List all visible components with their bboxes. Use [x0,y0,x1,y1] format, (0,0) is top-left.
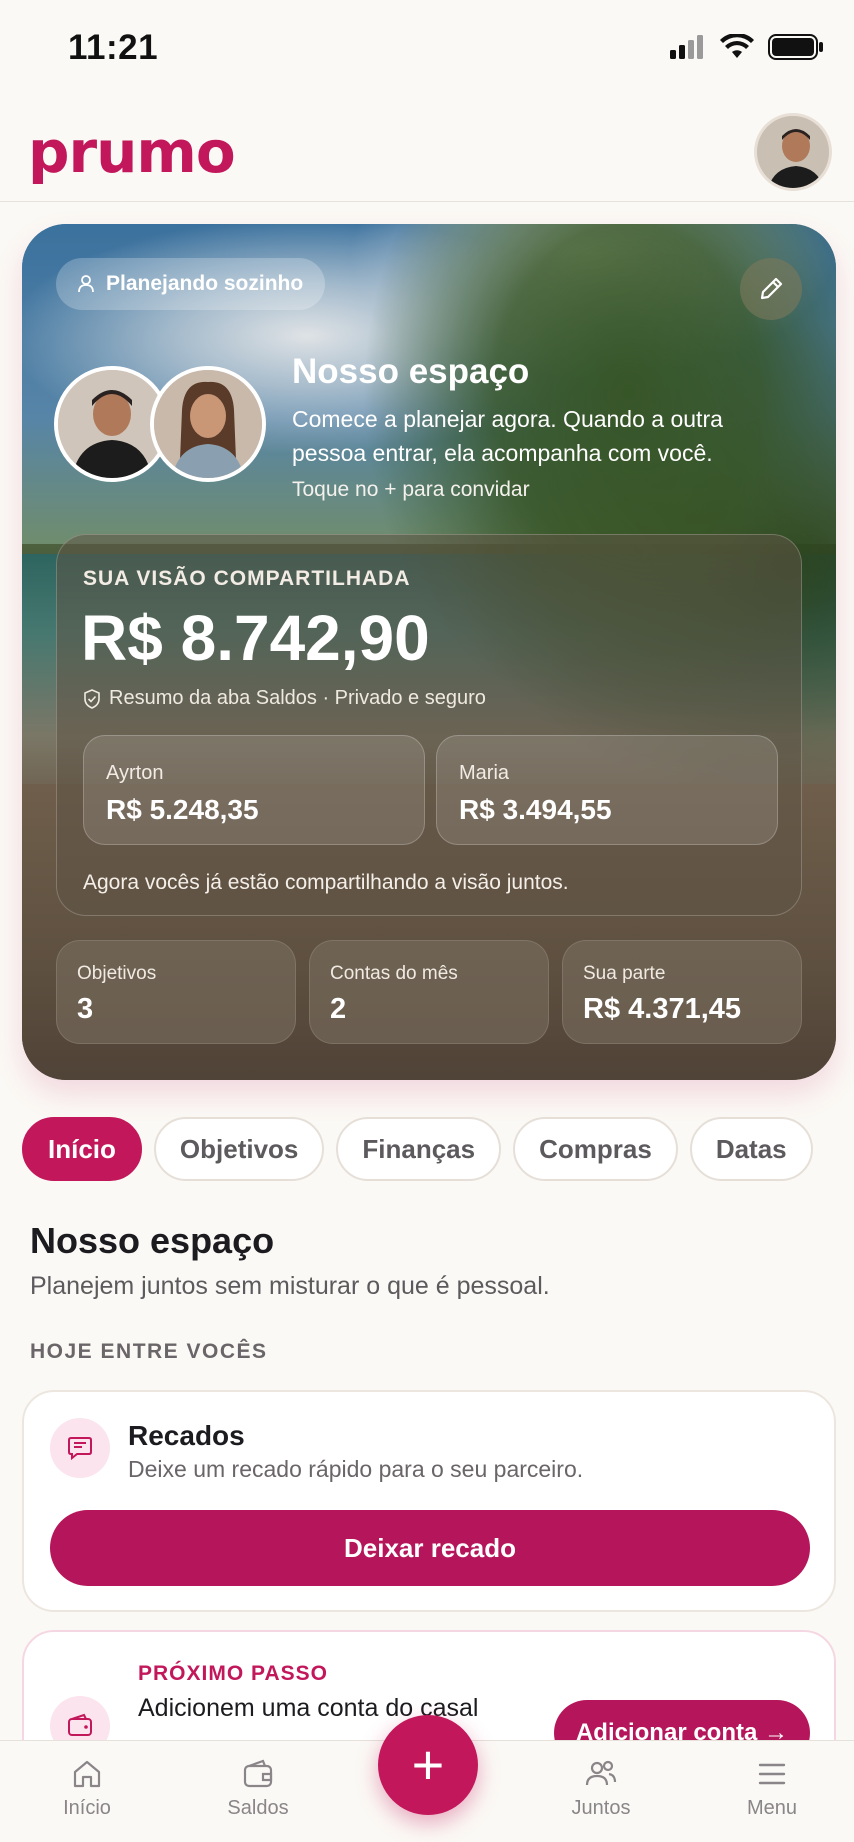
message-icon [50,1418,110,1478]
edit-button[interactable] [740,258,802,320]
nav-item-menu[interactable]: Menu [712,1757,832,1820]
nav-label: Juntos [571,1797,631,1819]
status-icons [670,34,824,60]
menu-icon [758,1763,786,1785]
person-balance-card[interactable]: Maria R$ 3.494,55 [436,735,778,845]
page-subtitle: Planejem juntos sem misturar o que é pes… [30,1272,550,1300]
signal-icon [670,35,703,59]
person-name: Ayrton [106,762,164,784]
stat-value: 3 [77,993,94,1025]
tab-inicio[interactable]: Início [22,1117,142,1181]
tab-objetivos[interactable]: Objetivos [153,1117,325,1181]
tab-datas[interactable]: Datas [689,1117,813,1181]
stat-label: Objetivos [77,963,157,984]
privacy-note: Resumo da aba Saldos · Privado e seguro [83,687,486,710]
app-logo: prumo [28,118,236,186]
shared-space-hero-card: Planejando sozinho Nosso espaço Comece a… [22,224,836,1080]
planning-mode-chip[interactable]: Planejando sozinho [56,258,326,310]
wallet-icon [243,1759,273,1788]
section-tabs: Início Objetivos Finanças Compras Datas [22,1117,813,1181]
stat-label: Contas do mês [330,963,458,984]
tab-financas[interactable]: Finanças [336,1117,502,1181]
stat-contas-do-mes[interactable]: Contas do mês 2 [309,940,549,1044]
shared-vision-panel: SUA VISÃO COMPARTILHADA R$ 8.742,90 Resu… [56,534,802,916]
person-name: Maria [459,762,510,784]
pencil-icon [760,277,783,300]
app-header: prumo [0,100,854,202]
page-title: Nosso espaço [30,1220,275,1261]
tab-compras[interactable]: Compras [513,1117,678,1181]
stat-label: Sua parte [583,963,666,984]
stat-sua-parte[interactable]: Sua parte R$ 4.371,45 [562,940,802,1044]
nav-item-inicio[interactable]: Início [27,1757,147,1820]
battery-icon [768,34,823,60]
hero-description: Comece a planejar agora. Quando a outra … [292,406,723,466]
shared-vision-label: SUA VISÃO COMPARTILHADA [83,567,411,590]
person-amount: R$ 5.248,35 [106,794,259,825]
home-icon [73,1760,101,1788]
nav-label: Início [63,1797,111,1819]
stat-objetivos[interactable]: Objetivos 3 [56,940,296,1044]
person-amount: R$ 3.494,55 [459,794,612,825]
people-icon [585,1760,617,1786]
nav-label: Menu [746,1797,798,1819]
profile-avatar-button[interactable] [754,113,832,191]
status-time: 11:21 [68,28,159,67]
add-fab-button[interactable]: + [378,1715,478,1815]
shield-check-icon [84,688,100,709]
hero-title: Nosso espaço [292,352,530,391]
privacy-note-text: Resumo da aba Saldos · Privado e seguro [109,687,486,709]
status-bar: 11:21 [0,0,854,100]
shared-total-amount: R$ 8.742,90 [81,602,430,674]
bottom-navigation: Início Saldos + Juntos Menu [0,1715,854,1842]
person-icon [78,275,94,293]
today-overline: HOJE ENTRE VOCÊS [30,1340,268,1363]
stat-value: 2 [330,993,347,1025]
messages-card: Recados Deixe um recado rápido para o se… [22,1390,836,1612]
stat-value: R$ 4.371,45 [583,993,742,1025]
person-balance-card[interactable]: Ayrton R$ 5.248,35 [83,735,425,845]
nav-item-saldos[interactable]: Saldos [198,1757,318,1820]
leave-message-button[interactable]: Deixar recado [50,1510,810,1586]
shared-vision-footer: Agora vocês já estão compartilhando a vi… [83,871,569,894]
wifi-icon [720,34,754,58]
messages-title: Recados [128,1420,245,1451]
nav-label: Saldos [227,1797,289,1819]
invite-hint: Toque no + para convidar [292,478,530,501]
nav-item-juntos[interactable]: Juntos [541,1757,661,1820]
avatar-person-image [757,116,829,188]
planning-mode-label: Planejando sozinho [106,272,304,295]
partner-avatar-maria [150,366,266,482]
next-step-overline: PRÓXIMO PASSO [138,1662,328,1685]
messages-subtitle: Deixe um recado rápido para o seu parcei… [128,1456,584,1482]
couple-avatars [54,366,274,486]
